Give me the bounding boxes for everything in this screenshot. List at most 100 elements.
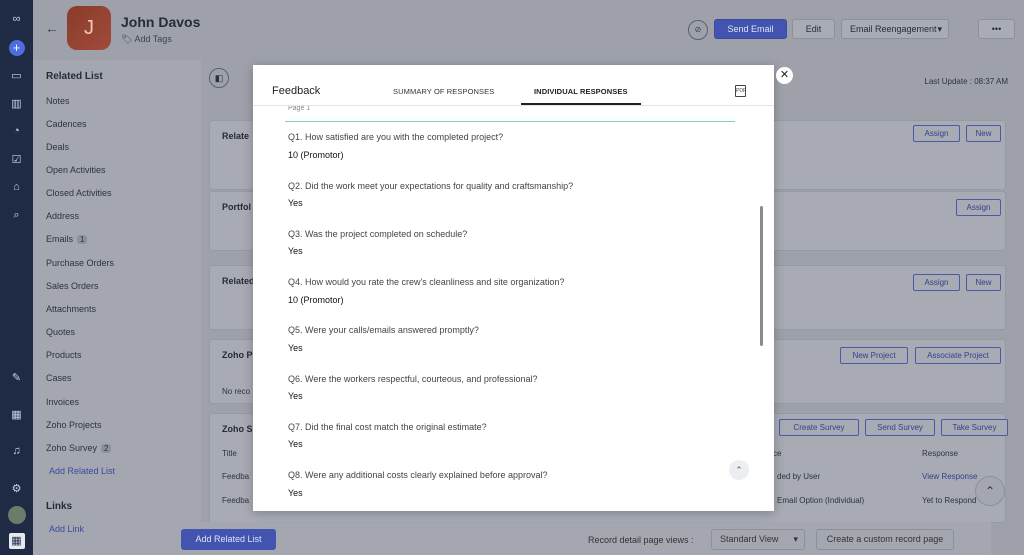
more-actions-button[interactable]: ••• [978,19,1015,39]
add-related-list-link[interactable]: Add Related List [49,466,115,476]
card-title: Portfol [222,202,251,212]
create-custom-page-button[interactable]: Create a custom record page [816,529,954,550]
sidebar-item[interactable]: Sales Orders [46,281,99,291]
assign-button[interactable]: Assign [956,199,1001,216]
assign-button[interactable]: Assign [913,125,960,142]
send-email-button[interactable]: Send Email [714,19,787,39]
last-update: Last Update : 08:37 AM [924,77,1008,86]
unfollow-icon[interactable]: ⊘ [688,20,708,40]
scroll-up-icon[interactable]: ⌃ [729,460,749,480]
related-list-heading: Related List [46,71,103,82]
view-select[interactable]: Standard View ▾ [711,529,805,550]
tab-individual[interactable]: INDIVIDUAL RESPONSES [534,87,628,96]
sidebar-item[interactable]: Cases [46,373,72,383]
question: Q6. Were the workers respectful, courteo… [288,374,538,384]
add-related-list-button[interactable]: Add Related List [181,529,276,550]
settings-icon[interactable]: ⚙ [8,479,26,497]
question: Q5. Were your calls/emails answered prom… [288,325,479,335]
answer: 10 (Promotor) [288,150,344,160]
pdf-export-icon[interactable]: PDF [735,85,746,97]
answer: Yes [288,246,303,256]
table-cell: Email Option (Individual) [777,496,865,505]
edit-button[interactable]: Edit [792,19,835,39]
page-divider [285,121,735,122]
calendar-icon[interactable]: ▦ [8,405,26,423]
assign-button[interactable]: Assign [913,274,960,291]
new-project-button[interactable]: New Project [840,347,908,364]
sidebar-item[interactable]: Address [46,211,79,221]
search-icon[interactable]: ⌕ [8,206,26,224]
send-survey-button[interactable]: Send Survey [865,419,935,436]
back-arrow-icon[interactable]: ← [45,20,59,36]
sidebar-item[interactable]: Quotes [46,327,75,337]
sidebar-item[interactable]: Emails 1 [46,234,88,244]
sidebar-item[interactable]: Deals [46,142,69,152]
create-survey-button[interactable]: Create Survey [779,419,859,436]
modal-title: Feedback [272,85,321,97]
page-label: Page 1 [288,106,311,112]
sidebar-item[interactable]: Invoices [46,397,79,407]
add-link[interactable]: Add Link [49,524,84,534]
tab-summary[interactable]: SUMMARY OF RESPONSES [393,87,494,96]
scrollbar-thumb[interactable] [760,206,763,346]
sidebar-item[interactable]: Zoho Survey 2 [46,443,112,453]
card-title: Related [222,276,255,286]
associate-project-button[interactable]: Associate Project [915,347,1001,364]
user-avatar[interactable] [7,506,26,524]
panel-toggle-icon[interactable]: ◧ [209,68,229,88]
sidebar-item[interactable]: Zoho Projects [46,420,102,430]
answer: Yes [288,391,303,401]
close-icon[interactable]: ✕ [776,67,793,84]
analytics-icon[interactable]: ◔ [8,122,26,140]
checklist-icon[interactable]: ☑ [8,150,26,168]
links-heading: Links [46,501,73,512]
record-header: ← J John Davos 🏷 Add Tags ⊘ Send Email E… [33,0,1024,60]
email-reengagement-button[interactable]: Email Reengagement ▾ [841,19,949,39]
page-footer: Add Related List Record detail page view… [168,522,991,555]
modal-scrollbar[interactable] [759,106,764,511]
folder-icon[interactable]: ▭ [8,66,26,84]
question: Q2. Did the work meet your expectations … [288,181,574,191]
table-cell[interactable]: Feedba [222,472,249,481]
empty-text: No reco [222,387,251,396]
sidebar-item[interactable]: Cadences [46,119,87,129]
sidebar-item[interactable]: Attachments [46,304,96,314]
question: Q7. Did the final cost match the origina… [288,422,487,432]
sidebar-item[interactable]: Closed Activities [46,188,112,198]
view-select-value: Standard View [720,534,779,544]
contact-avatar: J [67,6,111,50]
notes-icon[interactable]: ✎ [8,368,26,386]
answer: Yes [288,343,303,353]
store-icon[interactable]: ⌂ [8,178,26,196]
tag-icon: 🏷 [121,34,133,44]
new-button[interactable]: New [966,125,1001,142]
question: Q3. Was the project completed on schedul… [288,229,468,239]
add-tags-link[interactable]: 🏷 Add Tags [121,34,172,45]
app-rail: ∞ + ▭ ▥ ◔ ☑ ⌂ ⌕ ✎ ▦ ♫ ⚙ ▦ [0,0,33,555]
chevron-down-icon[interactable]: ▾ [937,20,942,38]
related-list-sidebar: Related List Notes Cadences Deals Open A… [33,60,201,555]
modal-header: Feedback SUMMARY OF RESPONSES INDIVIDUAL… [253,65,774,106]
chevron-down-icon: ▾ [793,534,798,544]
table-cell: ded by User [777,472,821,481]
sidebar-item[interactable]: Products [46,350,82,360]
card-title: Zoho S [222,424,253,434]
answer: Yes [288,198,303,208]
app-logo-icon[interactable]: ∞ [8,10,26,28]
add-tags-label: Add Tags [134,34,172,44]
view-response-link[interactable]: View Response [922,472,977,481]
table-cell[interactable]: Feedba [222,496,249,505]
email-reengagement-label: Email Reengagement [850,24,937,34]
sidebar-item[interactable]: Notes [46,96,70,106]
sidebar-item[interactable]: Purchase Orders [46,258,114,268]
new-button[interactable]: New [966,274,1001,291]
question: Q4. How would you rate the crew's cleanl… [288,277,565,287]
take-survey-button[interactable]: Take Survey [941,419,1008,436]
chart-icon[interactable]: ▥ [8,94,26,112]
table-header: ce [773,449,782,458]
sidebar-item[interactable]: Open Activities [46,165,106,175]
create-new-icon[interactable]: + [8,40,25,56]
bell-icon[interactable]: ♫ [8,442,26,460]
scroll-top-icon[interactable]: ⌃ [975,476,1005,506]
apps-grid-icon[interactable]: ▦ [8,533,25,549]
